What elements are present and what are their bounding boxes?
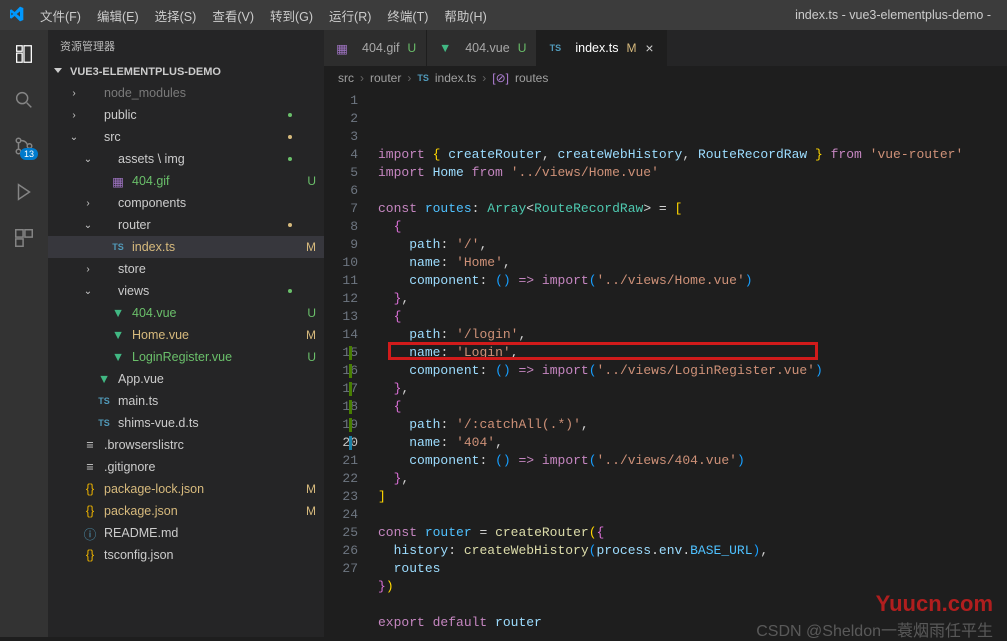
debug-icon[interactable]	[12, 180, 36, 204]
breadcrumb-item[interactable]: src	[338, 71, 354, 85]
titlebar: 文件(F)编辑(E)选择(S)查看(V)转到(G)运行(R)终端(T)帮助(H)…	[0, 0, 1007, 30]
menu-bar: 文件(F)编辑(E)选择(S)查看(V)转到(G)运行(R)终端(T)帮助(H)	[32, 2, 495, 29]
tree-item[interactable]: ⌄assets \ img	[48, 148, 324, 170]
tree-item[interactable]: {}package-lock.jsonM	[48, 478, 324, 500]
tree-item[interactable]: ▼App.vue	[48, 368, 324, 390]
tree-item[interactable]: ▦404.gifU	[48, 170, 324, 192]
menu-item[interactable]: 查看(V)	[204, 2, 262, 29]
explorer-icon[interactable]	[12, 42, 36, 66]
tree-item[interactable]: ⌄router	[48, 214, 324, 236]
tab[interactable]: TSindex.tsM×	[537, 30, 667, 66]
sidebar: 资源管理器 VUE3-ELEMENTPLUS-DEMO ›node_module…	[48, 30, 324, 637]
menu-item[interactable]: 转到(G)	[262, 2, 321, 29]
menu-item[interactable]: 选择(S)	[147, 2, 205, 29]
tree-item[interactable]: ≡.browserslistrc	[48, 434, 324, 456]
breadcrumb-item[interactable]: router	[370, 71, 401, 85]
editor-area: ▦404.gifU▼404.vueUTSindex.tsM× src›route…	[324, 30, 1007, 637]
tree-item[interactable]: ⌄src	[48, 126, 324, 148]
sidebar-title: 资源管理器	[48, 30, 324, 62]
close-icon[interactable]: ×	[642, 40, 656, 56]
tree-item[interactable]: ⌄views	[48, 280, 324, 302]
tree-item[interactable]: ≡.gitignore	[48, 456, 324, 478]
tree-item[interactable]: ›public	[48, 104, 324, 126]
code-lines[interactable]: import { createRouter, createWebHistory,…	[378, 90, 1007, 637]
breadcrumb-item[interactable]: routes	[515, 71, 548, 85]
search-icon[interactable]	[12, 88, 36, 112]
scm-icon[interactable]: 13	[12, 134, 36, 158]
menu-item[interactable]: 运行(R)	[321, 2, 379, 29]
tree-item[interactable]: ▼404.vueU	[48, 302, 324, 324]
tab[interactable]: ▦404.gifU	[324, 30, 427, 66]
tree-item[interactable]: ▼LoginRegister.vueU	[48, 346, 324, 368]
tree-item[interactable]: ▼Home.vueM	[48, 324, 324, 346]
menu-item[interactable]: 编辑(E)	[89, 2, 147, 29]
sidebar-section[interactable]: VUE3-ELEMENTPLUS-DEMO	[48, 62, 324, 82]
tree-item[interactable]: ›node_modules	[48, 82, 324, 104]
activity-bar: 13	[0, 30, 48, 637]
tree-item[interactable]: TSmain.ts	[48, 390, 324, 412]
breadcrumb-item[interactable]: index.ts	[435, 71, 476, 85]
breadcrumbs: src›router›TSindex.ts›[⊘]routes	[324, 66, 1007, 90]
tab[interactable]: ▼404.vueU	[427, 30, 537, 66]
tree-item[interactable]: {}tsconfig.json	[48, 544, 324, 566]
window-title: index.ts - vue3-elementplus-demo -	[503, 8, 999, 22]
menu-item[interactable]: 文件(F)	[32, 2, 89, 29]
vscode-logo-icon	[8, 6, 24, 25]
menu-item[interactable]: 终端(T)	[379, 2, 436, 29]
tree-item[interactable]: ›components	[48, 192, 324, 214]
gutter: 1234567891011121314151617181920212223242…	[324, 90, 378, 637]
file-tree: ›node_modules›public⌄src⌄assets \ img▦40…	[48, 82, 324, 637]
tree-item[interactable]: TSindex.tsM	[48, 236, 324, 258]
extensions-icon[interactable]	[12, 226, 36, 250]
tree-item[interactable]: ⓘREADME.md	[48, 522, 324, 544]
tabs: ▦404.gifU▼404.vueUTSindex.tsM×	[324, 30, 1007, 66]
editor[interactable]: 1234567891011121314151617181920212223242…	[324, 90, 1007, 637]
tree-item[interactable]: ›store	[48, 258, 324, 280]
menu-item[interactable]: 帮助(H)	[436, 2, 494, 29]
tree-item[interactable]: TSshims-vue.d.ts	[48, 412, 324, 434]
tree-item[interactable]: {}package.jsonM	[48, 500, 324, 522]
scm-badge: 13	[20, 148, 38, 160]
